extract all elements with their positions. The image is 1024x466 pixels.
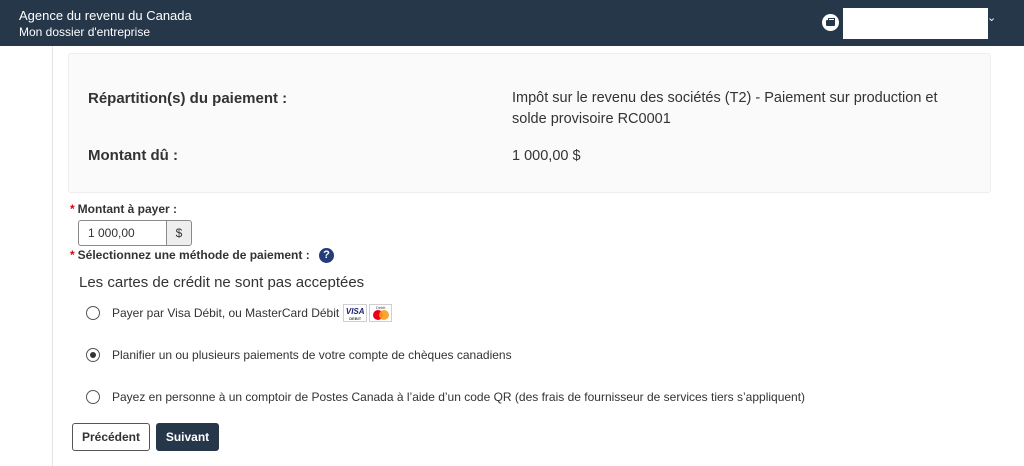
amount-input-group: $ xyxy=(78,220,192,246)
option-canada-post[interactable]: Payez en personne à un comptoir de Poste… xyxy=(86,388,805,406)
help-icon[interactable]: ? xyxy=(319,248,334,263)
next-button[interactable]: Suivant xyxy=(156,423,219,451)
mastercard-debit-logo: Debit xyxy=(369,304,393,322)
content-divider xyxy=(52,46,53,466)
amount-to-pay-text: Montant à payer : xyxy=(77,202,178,216)
mastercard-logo-text: Debit xyxy=(376,305,386,310)
no-credit-notice: Les cartes de crédit ne sont pas accepté… xyxy=(79,274,365,291)
radio-chequing-account[interactable] xyxy=(86,348,100,362)
allocation-value-line2: solde provisoire RC0001 xyxy=(512,111,671,127)
agency-name[interactable]: Agence du revenu du Canada xyxy=(19,8,192,23)
required-marker: * xyxy=(70,202,75,216)
allocation-label: Répartition(s) du paiement : xyxy=(88,90,288,107)
option-visa-debit-label[interactable]: Payer par Visa Débit, ou MasterCard Débi… xyxy=(112,306,339,320)
option-visa-debit[interactable]: Payer par Visa Débit, ou MasterCard Débi… xyxy=(86,304,393,322)
amount-due-label: Montant dû : xyxy=(88,147,178,164)
payment-method-label: * Sélectionnez une méthode de paiement : xyxy=(70,248,310,262)
previous-button[interactable]: Précédent xyxy=(72,423,150,451)
amount-due-value: 1 000,00 $ xyxy=(512,148,581,164)
amount-input[interactable] xyxy=(78,220,166,246)
visa-logo-text: VISA xyxy=(345,307,365,316)
allocation-value-line1: Impôt sur le revenu des sociétés (T2) - … xyxy=(512,90,938,106)
payment-method-text: Sélectionnez une méthode de paiement : xyxy=(77,248,310,262)
option-chequing-account-label[interactable]: Planifier un ou plusieurs paiements de v… xyxy=(112,348,512,362)
briefcase-icon[interactable] xyxy=(822,14,839,31)
account-name-box[interactable] xyxy=(843,8,988,39)
payment-summary-panel: Répartition(s) du paiement : Impôt sur l… xyxy=(68,53,991,193)
amount-to-pay-label: * Montant à payer : xyxy=(70,202,177,216)
radio-visa-debit[interactable] xyxy=(86,306,100,320)
visa-logo-sub: DEBIT xyxy=(349,316,362,321)
chevron-down-icon[interactable]: ⌄ xyxy=(987,11,996,24)
option-canada-post-label[interactable]: Payez en personne à un comptoir de Poste… xyxy=(112,390,805,404)
top-header: Agence du revenu du Canada Mon dossier d… xyxy=(0,0,1024,46)
card-logos: VISA DEBIT Debit xyxy=(343,304,393,322)
business-account-title[interactable]: Mon dossier d'entreprise xyxy=(19,25,150,39)
option-chequing-account[interactable]: Planifier un ou plusieurs paiements de v… xyxy=(86,346,512,364)
visa-debit-logo: VISA DEBIT xyxy=(343,304,368,322)
radio-canada-post[interactable] xyxy=(86,390,100,404)
currency-addon: $ xyxy=(166,220,192,246)
required-marker: * xyxy=(70,248,75,262)
